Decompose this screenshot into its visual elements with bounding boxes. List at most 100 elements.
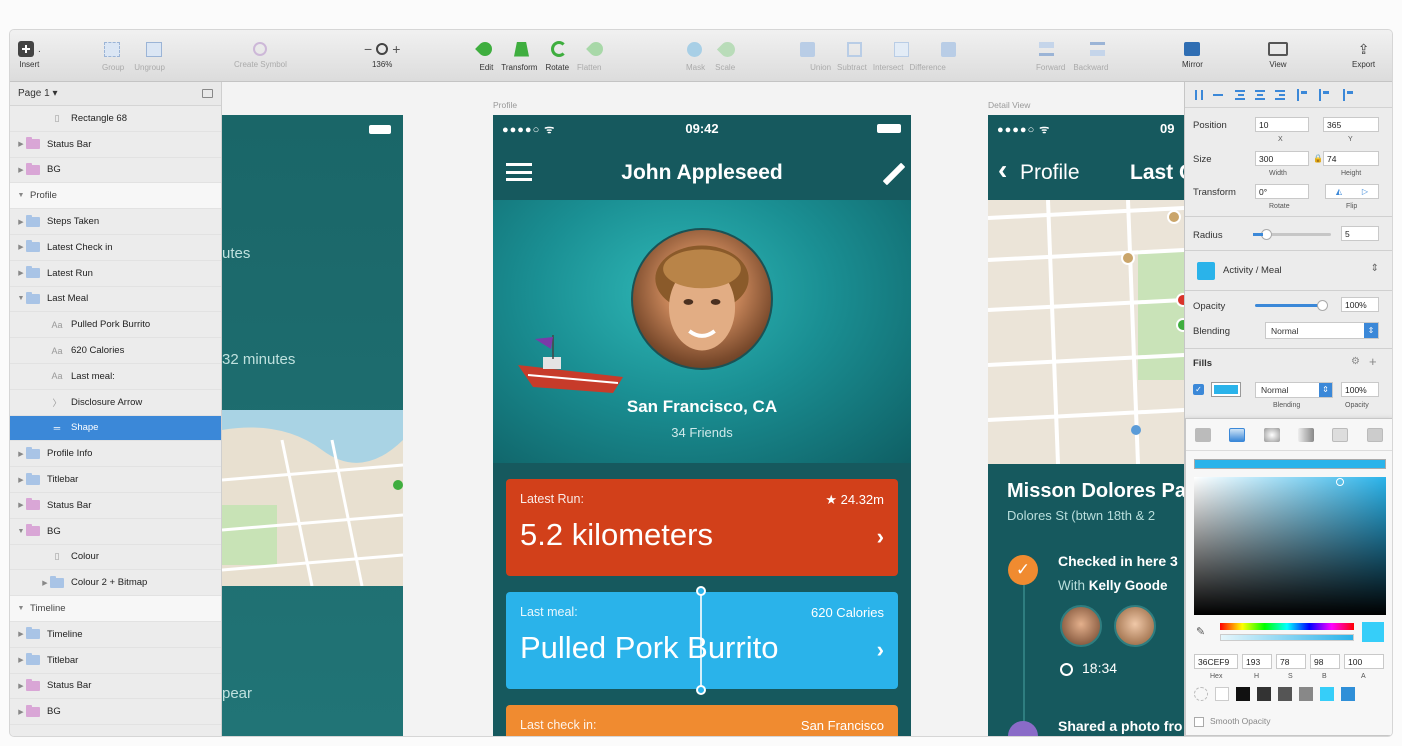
- noise-tab[interactable]: [1366, 427, 1383, 442]
- zoom-control[interactable]: − + 136%: [364, 38, 400, 69]
- disclosure-triangle-icon[interactable]: ▶: [16, 476, 26, 484]
- disclosure-triangle-icon[interactable]: ▼: [16, 295, 26, 302]
- disclosure-triangle-icon[interactable]: ▶: [16, 166, 26, 174]
- artboard-partial[interactable]: utes 32 minutes pear: [222, 115, 403, 736]
- canvas[interactable]: utes 32 minutes pear Profile ●●●●○ ᯤ 09:…: [222, 82, 1184, 736]
- layer-row[interactable]: ▶ Latest Check in: [10, 235, 221, 261]
- lock-ratio-icon[interactable]: 🔒: [1313, 154, 1323, 163]
- layer-row[interactable]: ▯ Colour: [10, 545, 221, 571]
- layer-row[interactable]: ▶ BG: [10, 158, 221, 184]
- layer-row[interactable]: Aa Last meal:: [10, 364, 221, 390]
- layer-row[interactable]: ▶ BG: [10, 699, 221, 726]
- fill-color-well[interactable]: [1211, 382, 1241, 397]
- disclosure-triangle-icon[interactable]: ▶: [16, 501, 26, 509]
- edit-icon[interactable]: [475, 39, 495, 59]
- disclosure-triangle-icon[interactable]: ▶: [16, 269, 26, 277]
- layer-row[interactable]: 〉 Disclosure Arrow: [10, 390, 221, 416]
- radius-input[interactable]: 5: [1341, 226, 1379, 241]
- radius-slider[interactable]: [1253, 229, 1331, 240]
- add-fill-button[interactable]: +: [1369, 354, 1377, 369]
- hue-slider[interactable]: [1220, 623, 1354, 630]
- preset-swatch[interactable]: [1215, 687, 1229, 701]
- disclosure-triangle-icon[interactable]: ▼: [16, 192, 26, 199]
- flatten-icon[interactable]: [586, 39, 606, 59]
- flip-horizontal-icon[interactable]: ◭: [1336, 187, 1342, 196]
- rotate-input[interactable]: 0°: [1255, 184, 1309, 199]
- zoom-out-button[interactable]: −: [364, 41, 372, 57]
- layer-row[interactable]: ▶ Colour 2 + Bitmap: [10, 570, 221, 597]
- preset-swatch[interactable]: [1341, 687, 1355, 701]
- artboard-row[interactable]: ▼ Profile: [10, 183, 221, 210]
- preset-swatch[interactable]: [1299, 687, 1313, 701]
- flip-buttons[interactable]: ◭ ▷: [1325, 184, 1379, 199]
- alpha-input[interactable]: 100: [1344, 654, 1384, 669]
- style-stepper-icon[interactable]: ⇕: [1371, 263, 1379, 274]
- mask-scale-tools[interactable]: Mask Scale: [686, 38, 738, 72]
- layer-row[interactable]: ▶ Status Bar: [10, 674, 221, 700]
- fill-type-tabs[interactable]: [1186, 419, 1392, 451]
- preset-swatch[interactable]: [1236, 687, 1250, 701]
- latest-run-card[interactable]: Latest Run: ★ 24.32m 5.2 kilometers ›: [506, 479, 898, 576]
- zoom-in-button[interactable]: +: [392, 41, 400, 57]
- create-symbol-button[interactable]: Create Symbol: [234, 38, 287, 69]
- disclosure-triangle-icon[interactable]: ▶: [16, 243, 26, 251]
- artboard-detail[interactable]: ●●●●○ ᯤ 09 ‹ Profile Last C: [988, 115, 1184, 736]
- artboard-row[interactable]: ▼ Timeline: [10, 596, 221, 622]
- opacity-slider-knob[interactable]: [1317, 300, 1328, 311]
- disclosure-triangle-icon[interactable]: ▶: [16, 656, 26, 664]
- layer-row[interactable]: ▶ Status Bar: [10, 493, 221, 519]
- export-button[interactable]: ⇪ Export: [1352, 38, 1375, 70]
- last-checkin-card[interactable]: Last check in: San Francisco: [506, 705, 898, 736]
- selection-handle-top[interactable]: [696, 586, 706, 596]
- eyedropper-icon[interactable]: ✎: [1196, 625, 1205, 638]
- view-button[interactable]: View: [1268, 38, 1288, 69]
- preset-swatch[interactable]: [1257, 687, 1271, 701]
- flat-color-tab[interactable]: [1195, 427, 1212, 442]
- layer-row[interactable]: ▯ Rectangle 68: [10, 106, 221, 132]
- flip-vertical-icon[interactable]: ▷: [1362, 187, 1368, 196]
- color-cursor[interactable]: [1336, 478, 1344, 486]
- add-page-icon[interactable]: [202, 89, 213, 98]
- height-input[interactable]: 74: [1323, 151, 1379, 166]
- opacity-input[interactable]: 100%: [1341, 297, 1379, 312]
- layer-row[interactable]: ▶ Profile Info: [10, 441, 221, 468]
- preset-swatches[interactable]: [1194, 687, 1386, 703]
- preset-swatch[interactable]: [1320, 687, 1334, 701]
- edit-tools[interactable]: Edit Transform Rotate Flatten: [475, 38, 606, 72]
- layer-row[interactable]: ▼ BG: [10, 519, 221, 545]
- fill-blend-select[interactable]: Normal ⇕: [1255, 382, 1333, 398]
- layer-row[interactable]: ▶ Steps Taken: [10, 209, 221, 235]
- disclosure-triangle-icon[interactable]: ▶: [16, 682, 26, 690]
- angular-gradient-tab[interactable]: [1298, 427, 1315, 442]
- pattern-tab[interactable]: [1332, 427, 1349, 442]
- artboard-label-detail[interactable]: Detail View: [988, 100, 1030, 110]
- back-button[interactable]: Profile: [1020, 161, 1080, 185]
- page-selector[interactable]: Page 1 ▾: [10, 82, 221, 106]
- alpha-slider[interactable]: [1220, 634, 1354, 641]
- disclosure-triangle-icon[interactable]: ▼: [16, 528, 26, 535]
- disclosure-triangle-icon[interactable]: ▼: [16, 605, 26, 612]
- layer-row[interactable]: Aa 620 Calories: [10, 338, 221, 364]
- gradient-bar[interactable]: [1194, 459, 1386, 469]
- disclosure-triangle-icon[interactable]: ▶: [40, 579, 50, 587]
- layer-row[interactable]: ▼ Last Meal: [10, 287, 221, 313]
- layer-row[interactable]: ▶ Status Bar: [10, 132, 221, 158]
- disclosure-triangle-icon[interactable]: ▶: [16, 708, 26, 716]
- saturation-input[interactable]: 78: [1276, 654, 1306, 669]
- shared-style-selector[interactable]: Activity / Meal ⇕: [1193, 260, 1381, 282]
- arrange-tools[interactable]: Forward Backward: [1036, 38, 1108, 72]
- hex-input[interactable]: 36CEF9: [1194, 654, 1238, 669]
- fill-opacity-input[interactable]: 100%: [1341, 382, 1379, 397]
- disclosure-triangle-icon[interactable]: ▶: [16, 450, 26, 458]
- selection-handle-bottom[interactable]: [696, 685, 706, 695]
- brightness-input[interactable]: 98: [1310, 654, 1340, 669]
- boolean-tools[interactable]: Union Subtract Intersect Difference: [800, 38, 956, 72]
- fills-settings-icon[interactable]: ⚙: [1351, 356, 1360, 367]
- disclosure-arrow-icon[interactable]: ›: [877, 524, 884, 550]
- layer-row[interactable]: ▶ Titlebar: [10, 648, 221, 674]
- last-meal-card[interactable]: Last meal: 620 Calories Pulled Pork Burrit…: [506, 592, 898, 689]
- disclosure-arrow-icon[interactable]: ›: [877, 637, 884, 663]
- disclosure-triangle-icon[interactable]: ▶: [16, 140, 26, 148]
- layer-row[interactable]: ▶ Titlebar: [10, 467, 221, 493]
- transform-icon[interactable]: [514, 41, 529, 57]
